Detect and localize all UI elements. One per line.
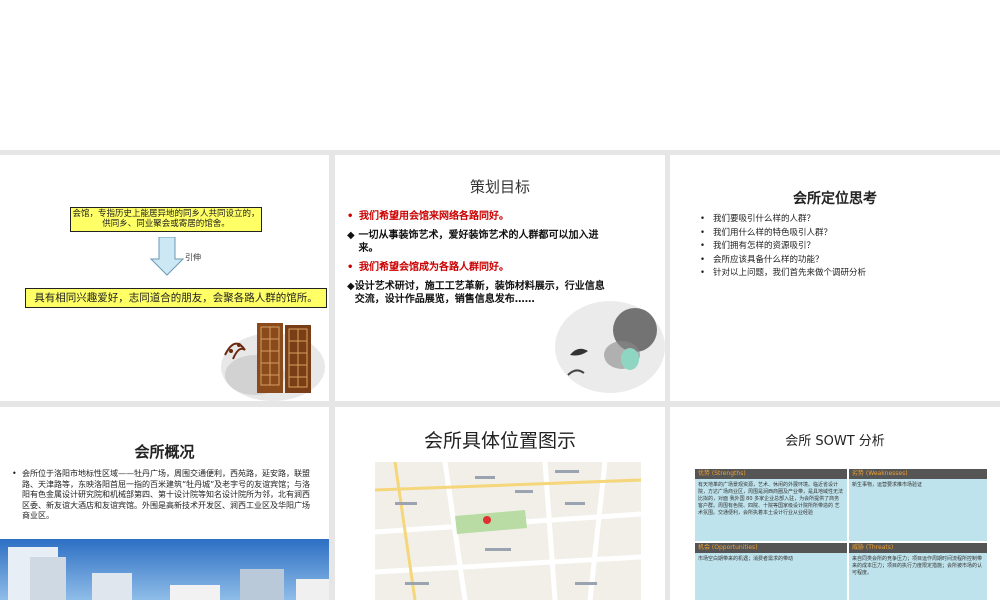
list-item: 针对以上问题，我们首先来做个调研分析	[700, 267, 866, 281]
slide-thumbnail-5[interactable]: 会所具体位置图示	[335, 407, 665, 600]
diamond-bullet-icon: ◆	[347, 230, 355, 241]
opportunities-cell: 机会 (Opportunities) 市场空白期带来的机遇；消费者需求的带动	[695, 543, 847, 600]
bullet-dot-icon: •	[347, 262, 354, 273]
location-map	[375, 462, 641, 600]
bullet-dot-icon: •	[347, 211, 354, 222]
weaknesses-cell: 劣势 (Weaknesses) 新生事物，运营要求推市场验证	[849, 469, 987, 541]
down-arrow-icon	[149, 236, 185, 281]
strengths-cell: 优势 (Strengths) 有天地革的广场景观资源，艺术、休闲的外展环境。临近…	[695, 469, 847, 541]
slide-title: 会所概况	[134, 443, 195, 461]
slide-thumbnail-3[interactable]: 会所定位思考 我们要吸引什么样的人群？ 我们用什么样的特色吸引人群？ 我们拥有怎…	[670, 155, 1000, 401]
extended-definition-box: 具有相同兴趣爱好，志同道合的朋友，会聚各路人群的馆所。	[25, 288, 327, 308]
overview-text: 会所位于洛阳市地标性区域——牡丹广场，周围交通便利，西苑路，延安路，联盟路、天津…	[12, 469, 312, 522]
goal-line-2: 一切从事装饰艺术，爱好装饰艺术的人群都可以加入进来。	[358, 230, 599, 254]
cell-header: 劣势 (Weaknesses)	[849, 469, 987, 479]
slide-thumbnail-1[interactable]: 会馆，专指历史上能居异地的同乡人共同设立的，供同乡、同业聚会或寄居的馆舍。 引伸…	[0, 155, 329, 401]
sowt-table: 优势 (Strengths) 有天地革的广场景观资源，艺术、休闲的外展环境。临近…	[695, 469, 987, 600]
slide-thumbnail-6[interactable]: 会所 SOWT 分析 优势 (Strengths) 有天地革的广场景观资源，艺术…	[670, 407, 1000, 600]
goal-line-3: 我们希望会馆成为各路人群同好。	[359, 262, 509, 273]
list-item: 会所应该具备什么样的功能？	[700, 254, 866, 268]
slide-title: 会所 SOWT 分析	[785, 434, 885, 449]
ink-screen-illustration	[221, 323, 325, 401]
ink-fish-illustration	[555, 301, 665, 393]
cell-header: 机会 (Opportunities)	[695, 543, 847, 553]
list-item: 我们拥有怎样的资源吸引？	[700, 240, 866, 254]
slide-thumbnail-4[interactable]: 会所概况 会所位于洛阳市地标性区域——牡丹广场，周围交通便利，西苑路，延安路，联…	[0, 407, 329, 600]
slide-title: 会所定位思考	[793, 191, 877, 207]
list-item: 我们用什么样的特色吸引人群？	[700, 227, 866, 241]
threats-cell: 威胁 (Threats) 来自同类会所的竞争压力；项目运作周期时间流程所控制带来…	[849, 543, 987, 600]
cell-header: 优势 (Strengths)	[695, 469, 847, 479]
cell-body: 来自同类会所的竞争压力；项目运作周期时间流程所控制带来的成本压力；项目的执行力度…	[852, 556, 983, 576]
slide-thumbnail-2[interactable]: 策划目标 • 我们希望用会馆来网络各路同好。 ◆ 一切从事装饰艺术，爱好装饰艺术的人…	[335, 155, 665, 401]
cell-body: 市场空白期带来的机遇；消费者需求的带动	[698, 556, 794, 562]
diamond-bullet-icon: ◆	[347, 281, 355, 292]
definition-box: 会馆，专指历史上能居异地的同乡人共同设立的，供同乡、同业聚会或寄居的馆舍。	[70, 207, 262, 232]
cell-body: 有天地革的广场景观资源，艺术、休闲的外展环境。临近省设计院，方达广场商业区，周围…	[698, 482, 844, 516]
slide-title: 会所具体位置图示	[423, 430, 576, 452]
slide-title: 策划目标	[469, 178, 530, 196]
list-item: 我们要吸引什么样的人群？	[700, 213, 866, 227]
question-list: 我们要吸引什么样的人群？ 我们用什么样的特色吸引人群？ 我们拥有怎样的资源吸引？…	[700, 213, 866, 281]
goal-line-1: 我们希望用会馆来网络各路同好。	[359, 211, 509, 222]
cell-body: 新生事物，运营要求推市场验证	[852, 482, 923, 488]
arrow-label: 引伸	[185, 253, 201, 262]
cell-header: 威胁 (Threats)	[849, 543, 987, 553]
top-slide-panel	[0, 0, 1000, 150]
building-photo	[0, 539, 329, 600]
